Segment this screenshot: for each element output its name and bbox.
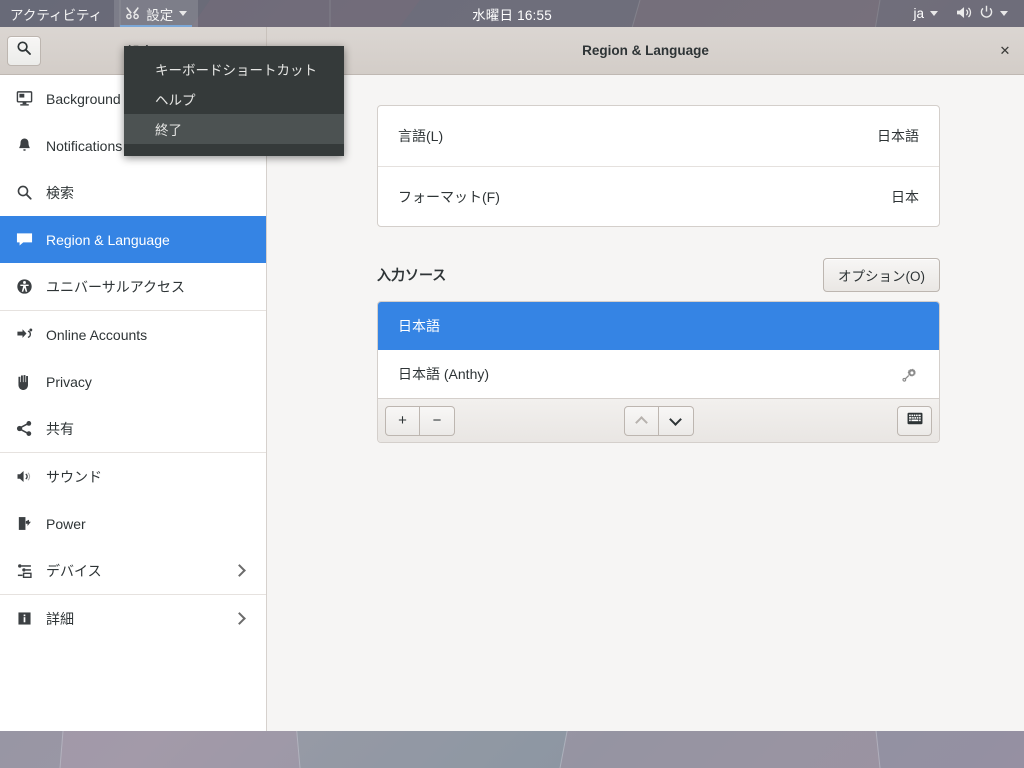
- move-group: [623, 405, 694, 436]
- top-bar-status-area: ja: [905, 0, 1024, 27]
- sidebar-item-sound[interactable]: サウンド: [0, 453, 266, 500]
- volume-high-icon: [956, 5, 973, 23]
- battery-power-icon: [14, 514, 34, 534]
- sidebar-item-label: ユニバーサルアクセス: [46, 278, 186, 295]
- keyboard-icon: [907, 412, 923, 429]
- sidebar-item-sharing[interactable]: 共有: [0, 405, 266, 452]
- sidebar-item-label: Privacy: [46, 373, 92, 390]
- sidebar-item-label: デバイス: [46, 562, 102, 579]
- locale-card: 言語(L) 日本語 フォーマット(F) 日本: [377, 105, 940, 227]
- show-keyboard-layout-button[interactable]: [897, 405, 932, 436]
- move-up-button[interactable]: [623, 405, 659, 436]
- sidebar-item-label: 検索: [46, 184, 74, 201]
- sidebar-item-devices[interactable]: デバイス: [0, 547, 266, 594]
- move-group-wrapper: [378, 405, 939, 436]
- monitor-icon: [14, 89, 34, 109]
- sidebar-item-label: 詳細: [46, 610, 74, 627]
- menu-item-help[interactable]: ヘルプ: [124, 84, 344, 114]
- devices-icon: [14, 561, 34, 581]
- chevron-down-icon: [669, 412, 682, 426]
- hand-privacy-icon: [14, 372, 34, 392]
- page-title: Region & Language: [582, 43, 709, 58]
- bell-icon: [14, 136, 34, 156]
- options-button[interactable]: オプション(O): [823, 258, 940, 292]
- power-icon: [979, 5, 994, 23]
- move-down-button[interactable]: [658, 405, 694, 436]
- sidebar-item-details[interactable]: 詳細: [0, 595, 266, 642]
- menu-item-label: キーボードショートカット: [155, 63, 317, 78]
- header-main-section: Region & Language ✕: [267, 27, 1024, 74]
- sidebar-item-label: サウンド: [46, 468, 102, 485]
- accessibility-icon: [14, 277, 34, 297]
- system-status-menu[interactable]: [948, 0, 1016, 27]
- chevron-right-icon: [233, 564, 246, 577]
- chevron-down-icon: [179, 11, 188, 16]
- sidebar-item-label: Online Accounts: [46, 326, 148, 343]
- input-sources-title: 入力ソース: [377, 267, 447, 283]
- sidebar-item-label: 共有: [46, 420, 74, 437]
- gear-icon[interactable]: [901, 365, 919, 383]
- region-language-icon: [14, 230, 34, 250]
- input-sources-header: 入力ソース オプション(O): [377, 258, 940, 292]
- language-row[interactable]: 言語(L) 日本語: [378, 106, 939, 166]
- search-icon: [16, 40, 32, 61]
- keyboard-layout-label: ja: [913, 6, 924, 21]
- add-remove-group: + −: [385, 405, 455, 436]
- formats-row[interactable]: フォーマット(F) 日本: [378, 166, 939, 226]
- online-accounts-icon: [14, 325, 34, 345]
- language-label: 言語(L): [398, 128, 444, 144]
- sidebar-item-universal-access[interactable]: ユニバーサルアクセス: [0, 263, 266, 310]
- menu-item-label: ヘルプ: [155, 93, 196, 108]
- sidebar-item-online-accounts[interactable]: Online Accounts: [0, 311, 266, 358]
- sidebar-item-power[interactable]: Power: [0, 500, 266, 547]
- chevron-down-icon: [1000, 11, 1008, 16]
- sidebar-item-label: Power: [46, 515, 86, 532]
- activities-label: アクティビティ: [10, 7, 103, 23]
- settings-tools-icon: [125, 5, 140, 23]
- sidebar-item-privacy[interactable]: Privacy: [0, 358, 266, 405]
- sidebar-item-label: Region & Language: [46, 231, 170, 248]
- gnome-top-bar: アクティビティ 設定 水曜日 16:55 ja: [0, 0, 1024, 27]
- sidebar-item-search[interactable]: 検索: [0, 169, 266, 216]
- preview-group: [897, 405, 932, 436]
- list-item[interactable]: 日本語 (Anthy): [378, 350, 939, 398]
- window-body: Background Notifications 検索 Region & Lan…: [0, 75, 1024, 731]
- formats-label: フォーマット(F): [398, 188, 500, 205]
- clock-label[interactable]: 水曜日 16:55: [472, 4, 552, 24]
- app-menu-label: 設定: [146, 7, 174, 23]
- input-sources-toolbar: + −: [378, 398, 939, 442]
- search-icon: [14, 183, 34, 203]
- list-item[interactable]: 日本語: [378, 302, 939, 350]
- info-icon: [14, 609, 34, 629]
- region-language-panel: 言語(L) 日本語 フォーマット(F) 日本 入力ソース オプション(O) 日本…: [267, 75, 1024, 731]
- settings-sidebar: Background Notifications 検索 Region & Lan…: [0, 75, 267, 731]
- formats-value: 日本: [891, 188, 919, 205]
- app-menu-popup: キーボードショートカット ヘルプ 終了: [124, 46, 344, 156]
- chevron-down-icon: [930, 11, 938, 16]
- input-source-name: 日本語 (Anthy): [398, 366, 490, 382]
- remove-input-source-button[interactable]: −: [420, 405, 455, 436]
- activities-button[interactable]: アクティビティ: [0, 0, 114, 27]
- share-icon: [14, 419, 34, 439]
- app-menu-button[interactable]: 設定: [114, 0, 199, 27]
- sidebar-item-region-language[interactable]: Region & Language: [0, 216, 266, 263]
- menu-item-label: 終了: [155, 123, 182, 138]
- search-button[interactable]: [7, 35, 41, 66]
- menu-item-quit[interactable]: 終了: [124, 114, 344, 144]
- input-source-name: 日本語: [398, 318, 440, 334]
- keyboard-layout-indicator[interactable]: ja: [905, 0, 946, 27]
- menu-item-keyboard-shortcuts[interactable]: キーボードショートカット: [124, 54, 344, 84]
- language-value: 日本語: [877, 128, 919, 144]
- close-icon[interactable]: ✕: [994, 40, 1016, 62]
- chevron-up-icon: [634, 415, 648, 429]
- chevron-right-icon: [233, 612, 246, 625]
- input-sources-list: 日本語 日本語 (Anthy) + −: [377, 301, 940, 443]
- add-input-source-button[interactable]: +: [385, 405, 420, 436]
- speaker-icon: [14, 467, 34, 487]
